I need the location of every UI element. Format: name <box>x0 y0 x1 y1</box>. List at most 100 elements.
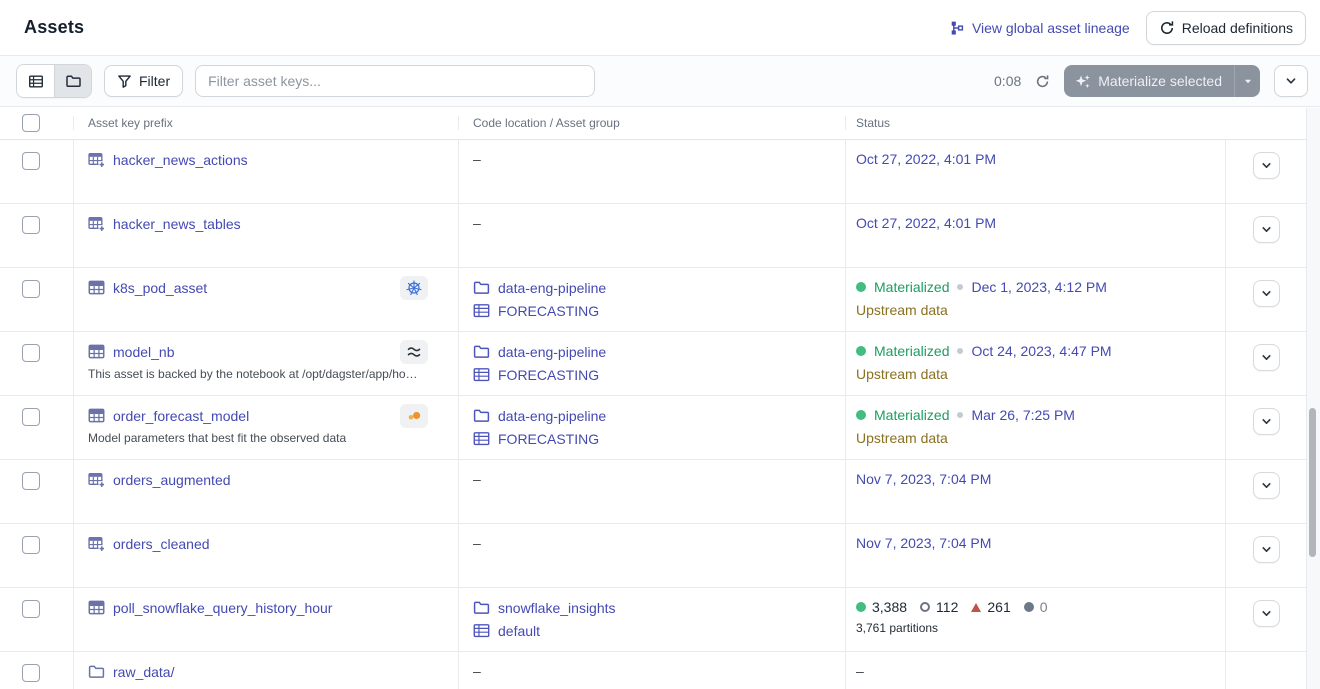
last-materialization-link[interactable]: Oct 27, 2022, 4:01 PM <box>856 151 996 167</box>
materialized-dot-icon <box>856 602 866 612</box>
last-materialization-link[interactable]: Dec 1, 2023, 4:12 PM <box>971 279 1106 295</box>
asset-group-link[interactable]: FORECASTING <box>498 367 599 383</box>
status-cell: Nov 7, 2023, 7:04 PM <box>845 524 1225 587</box>
status-cell: MaterializedDec 1, 2023, 4:12 PMUpstream… <box>845 268 1225 331</box>
reload-definitions-button[interactable]: Reload definitions <box>1146 11 1306 45</box>
noteable-icon <box>406 344 422 360</box>
asset-name-link[interactable]: orders_cleaned <box>113 536 210 552</box>
materialize-dropdown-button[interactable] <box>1234 65 1260 97</box>
row-checkbox[interactable] <box>22 536 40 554</box>
filter-button[interactable]: Filter <box>104 65 183 97</box>
funnel-icon <box>117 74 132 89</box>
location-cell: – <box>458 652 845 689</box>
folder-view-button[interactable] <box>54 65 91 97</box>
row-expand-button[interactable] <box>1253 216 1280 243</box>
select-all-checkbox[interactable] <box>22 114 40 132</box>
failed-partitions-count[interactable]: 261 <box>971 599 1010 615</box>
row-expand-button[interactable] <box>1253 408 1280 435</box>
row-checkbox[interactable] <box>22 600 40 618</box>
table-plus-icon <box>88 535 105 552</box>
scrollbar-track[interactable] <box>1306 108 1320 689</box>
upstream-data-link[interactable]: Upstream data <box>856 430 1225 446</box>
asset-cell: model_nbThis asset is backed by the note… <box>73 332 458 395</box>
table-row: raw_data/–– <box>0 652 1320 689</box>
last-materialization-link[interactable]: Nov 7, 2023, 7:04 PM <box>856 471 991 487</box>
chevron-down-icon <box>1259 222 1274 237</box>
row-expand-button[interactable] <box>1253 472 1280 499</box>
materialized-partitions-count[interactable]: 3,388 <box>856 599 907 615</box>
row-expand-button[interactable] <box>1253 152 1280 179</box>
asset-cell: k8s_pod_asset <box>73 268 458 331</box>
compute-kind-badge <box>400 404 428 428</box>
last-materialization-link[interactable]: Nov 7, 2023, 7:04 PM <box>856 535 991 551</box>
row-checkbox[interactable] <box>22 664 40 682</box>
table-row: k8s_pod_asset data-eng-pipeline FORECASTIN… <box>0 268 1320 332</box>
materialized-dot-icon <box>856 410 866 420</box>
asset-name-link[interactable]: model_nb <box>113 344 175 360</box>
asset-group-link[interactable]: default <box>498 623 540 639</box>
table-row: orders_augmented–Nov 7, 2023, 7:04 PM <box>0 460 1320 524</box>
kubernetes-icon <box>406 280 422 296</box>
asset-name-link[interactable]: raw_data/ <box>113 664 174 680</box>
location-cell: – <box>458 204 845 267</box>
last-materialization-link[interactable]: Oct 27, 2022, 4:01 PM <box>856 215 996 231</box>
empty-value: – <box>473 151 481 167</box>
table-icon <box>88 279 105 296</box>
partitions-count-label: 3,761 partitions <box>856 621 1225 635</box>
materialize-selected-group: Materialize selected <box>1064 65 1260 97</box>
location-cell: data-eng-pipeline FORECASTING <box>458 332 845 395</box>
view-global-asset-lineage-link[interactable]: View global asset lineage <box>950 20 1130 36</box>
asset-group-link[interactable]: FORECASTING <box>498 303 599 319</box>
materialized-dot-icon <box>856 282 866 292</box>
asset-filter-input[interactable] <box>195 65 595 97</box>
row-checkbox[interactable] <box>22 280 40 298</box>
upstream-data-link[interactable]: Upstream data <box>856 366 1225 382</box>
last-materialization-link[interactable]: Mar 26, 7:25 PM <box>971 407 1075 423</box>
row-checkbox[interactable] <box>22 408 40 426</box>
empty-value: – <box>473 535 481 551</box>
table-row: model_nbThis asset is backed by the note… <box>0 332 1320 396</box>
collapse-toolbar-button[interactable] <box>1274 65 1308 97</box>
count-value: 0 <box>1040 599 1048 615</box>
asset-group-link[interactable]: FORECASTING <box>498 431 599 447</box>
asset-name-link[interactable]: hacker_news_actions <box>113 152 248 168</box>
code-location-link[interactable]: data-eng-pipeline <box>498 280 606 296</box>
separator-dot-icon <box>957 412 963 418</box>
chevron-down-icon <box>1259 158 1274 173</box>
code-location-link[interactable]: snowflake_insights <box>498 600 616 616</box>
row-expand-button[interactable] <box>1253 280 1280 307</box>
materialize-selected-button[interactable]: Materialize selected <box>1064 65 1234 97</box>
row-checkbox[interactable] <box>22 216 40 234</box>
row-expand-button[interactable] <box>1253 536 1280 563</box>
upstream-data-link[interactable]: Upstream data <box>856 302 1225 318</box>
app-header: Assets View global asset lineage Reload <box>0 0 1320 56</box>
compute-kind-badge <box>400 276 428 300</box>
missing-partitions-count[interactable]: 0 <box>1024 599 1048 615</box>
asset-group-icon <box>473 430 490 447</box>
column-header-location: Code location / Asset group <box>458 116 845 130</box>
table-plus-icon <box>88 215 105 232</box>
status-cell: MaterializedOct 24, 2023, 4:47 PMUpstrea… <box>845 332 1225 395</box>
last-materialization-link[interactable]: Oct 24, 2023, 4:47 PM <box>971 343 1111 359</box>
asset-name-link[interactable]: poll_snowflake_query_history_hour <box>113 600 332 616</box>
table-row: order_forecast_modelModel parameters tha… <box>0 396 1320 460</box>
materialized-status-label: Materialized <box>874 407 949 423</box>
row-expand-button[interactable] <box>1253 344 1280 371</box>
asset-name-link[interactable]: orders_augmented <box>113 472 231 488</box>
folder-icon <box>65 73 82 89</box>
chevron-down-icon <box>1259 542 1274 557</box>
folder-icon <box>88 663 105 680</box>
observed-partitions-count[interactable]: 112 <box>920 599 958 615</box>
asset-name-link[interactable]: hacker_news_tables <box>113 216 241 232</box>
row-checkbox[interactable] <box>22 472 40 490</box>
row-checkbox[interactable] <box>22 152 40 170</box>
flat-view-button[interactable] <box>17 65 54 97</box>
code-location-link[interactable]: data-eng-pipeline <box>498 344 606 360</box>
row-checkbox[interactable] <box>22 344 40 362</box>
asset-name-link[interactable]: order_forecast_model <box>113 408 249 424</box>
refresh-button[interactable] <box>1035 74 1050 89</box>
asset-name-link[interactable]: k8s_pod_asset <box>113 280 207 296</box>
scrollbar-thumb[interactable] <box>1309 408 1316 557</box>
row-expand-button[interactable] <box>1253 600 1280 627</box>
code-location-link[interactable]: data-eng-pipeline <box>498 408 606 424</box>
